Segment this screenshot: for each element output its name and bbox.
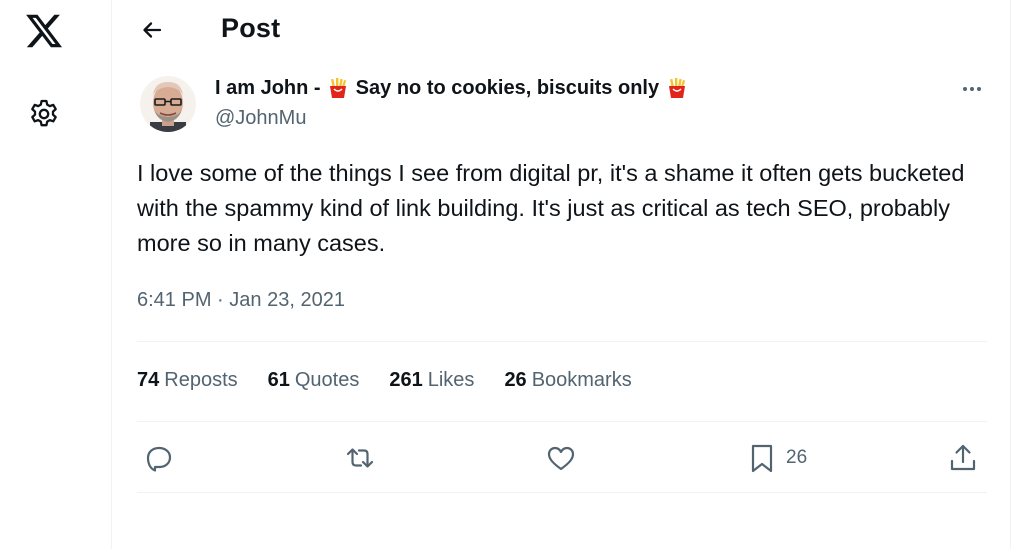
- bookmark-button[interactable]: 26: [746, 438, 807, 478]
- share-icon: [950, 444, 976, 471]
- page-title: Post: [221, 13, 281, 43]
- app-root: Post I am John - Say no to cookies, bisc…: [0, 0, 1013, 549]
- stat-quotes[interactable]: 61 Quotes: [268, 369, 360, 397]
- engagement-stats: 74 Reposts 61 Quotes 261 Likes 26 Bookmarks: [137, 369, 632, 397]
- french-fries-icon: [330, 78, 347, 98]
- stat-label: Reposts: [164, 369, 238, 391]
- main-column: Post I am John - Say no to cookies, bisc…: [111, 0, 1011, 549]
- bookmark-count: 26: [786, 447, 808, 468]
- tweet-time: 6:41 PM: [137, 289, 212, 311]
- gear-icon[interactable]: [26, 96, 62, 132]
- left-rail: [0, 0, 111, 549]
- divider: [137, 421, 987, 422]
- stat-label: Likes: [427, 369, 475, 391]
- tweet-date: Jan 23, 2021: [229, 289, 345, 311]
- x-logo-icon[interactable]: [23, 11, 65, 51]
- repost-button[interactable]: [344, 438, 376, 478]
- stat-likes[interactable]: 261 Likes: [389, 369, 474, 397]
- stat-label: Bookmarks: [531, 369, 632, 391]
- repost-icon: [346, 448, 374, 468]
- stat-label: Quotes: [294, 369, 360, 391]
- share-button[interactable]: [947, 438, 979, 478]
- page-header: Post: [112, 0, 1010, 58]
- tweet-timestamp[interactable]: 6:41 PM · Jan 23, 2021: [137, 289, 345, 312]
- stat-count: 74: [137, 369, 160, 391]
- tweet-text: I love some of the things I see from dig…: [137, 160, 965, 256]
- more-options-icon[interactable]: [958, 79, 986, 99]
- author-name-prefix: I am John -: [215, 76, 327, 99]
- author-name[interactable]: I am John - Say no to cookies, biscuits …: [215, 76, 689, 100]
- author-name-middle: Say no to cookies, biscuits only: [350, 76, 665, 99]
- stat-reposts[interactable]: 74 Reposts: [137, 369, 238, 397]
- bookmark-icon: [751, 444, 773, 473]
- action-bar: 26: [112, 438, 1010, 478]
- heart-icon: [547, 446, 575, 471]
- divider: [137, 492, 987, 493]
- stat-count: 61: [267, 369, 290, 391]
- reply-button[interactable]: [143, 438, 175, 478]
- like-button[interactable]: [545, 438, 577, 478]
- author-handle[interactable]: @JohnMu: [215, 107, 306, 130]
- reply-icon: [146, 446, 172, 472]
- divider: [137, 341, 987, 342]
- french-fries-icon: [668, 78, 685, 98]
- stat-count: 261: [389, 369, 423, 391]
- back-arrow-icon[interactable]: [138, 16, 166, 44]
- timestamp-separator: ·: [217, 289, 224, 311]
- stat-count: 26: [504, 369, 527, 391]
- stat-bookmarks[interactable]: 26 Bookmarks: [504, 369, 631, 397]
- avatar[interactable]: [140, 76, 196, 132]
